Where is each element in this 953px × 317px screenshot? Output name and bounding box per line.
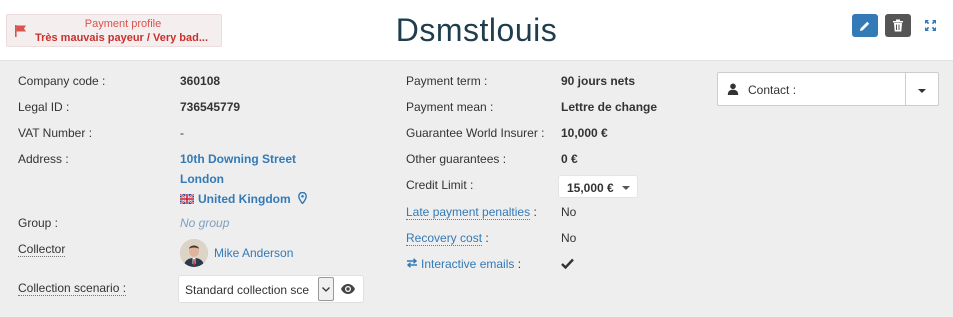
address-label: Address : [18,152,69,166]
recovery-cost-link[interactable]: Recovery cost [406,231,483,246]
edit-button[interactable] [852,14,878,37]
other-guarantees-label: Other guarantees : [406,152,507,166]
caret-down-icon[interactable] [918,89,926,93]
credit-limit-label: Credit Limit : [406,178,474,192]
collection-scenario-value: Standard collection sce [185,283,310,297]
eye-icon[interactable] [340,282,356,296]
trash-icon [893,19,903,32]
late-payment-penalties-link[interactable]: Late payment penalties [406,205,531,220]
payment-mean-label: Payment mean : [406,100,494,114]
late-payment-penalties-value: No [561,205,577,219]
company-details-panel: Company code : Legal ID : VAT Number : A… [0,60,953,317]
collector-name-link[interactable]: Mike Anderson [214,246,293,260]
company-code-value: 360108 [180,74,221,88]
chevron-down-icon [322,286,330,292]
credit-limit-dropdown[interactable]: 15,000 € [558,175,638,198]
expand-button[interactable] [917,14,943,37]
group-label: Group : [18,216,59,230]
contact-select[interactable]: Contact : [717,72,939,106]
uk-flag-icon [179,193,195,205]
credit-limit-value: 15,000 € [567,181,614,195]
payment-term-label: Payment term : [406,74,488,88]
map-marker-icon[interactable] [298,191,307,205]
exchange-icon [406,258,418,268]
guarantee-world-insurer-value: 10,000 € [561,126,608,140]
page-title: Dsmstlouis [395,12,558,48]
recovery-cost-row: Recovery cost : [406,231,489,246]
pencil-icon [860,21,870,31]
collection-scenario-select[interactable]: Standard collection sce [178,275,364,303]
payment-term-value: 90 jours nets [561,74,636,88]
interactive-emails-colon: : [517,257,522,271]
collection-scenario-label: Collection scenario : [18,281,127,296]
company-code-label: Company code : [18,74,106,88]
recovery-cost-value: No [561,231,577,245]
address-country-row[interactable]: United Kingdom [179,191,307,206]
contact-label: Contact : [748,83,797,97]
interactive-emails-row: Interactive emails : [406,257,521,271]
payment-mean-value: Lettre de change [561,100,658,114]
vat-number-label: VAT Number : [18,126,93,140]
address-country-link[interactable]: United Kingdom [198,192,291,206]
interactive-emails-value [561,258,574,272]
address-line1-link[interactable]: 10th Downing Street [180,152,296,166]
group-value: No group [180,216,230,230]
caret-down-icon [622,186,630,190]
contact-divider [905,73,906,105]
scenario-dropdown-toggle[interactable] [318,277,334,301]
legal-id-value: 736545779 [180,100,241,114]
late-payment-penalties-colon: : [533,205,537,219]
user-icon [727,83,739,95]
late-payment-penalties-row: Late payment penalties : [406,205,537,220]
recovery-cost-colon: : [485,231,489,245]
collector-label: Collector [18,242,66,257]
address-line2-link[interactable]: London [180,172,224,186]
page-header: Payment profile Très mauvais payeur / Ve… [0,0,953,60]
delete-button[interactable] [885,14,911,37]
checkmark-icon [561,258,574,270]
legal-id-label: Legal ID : [18,100,70,114]
interactive-emails-link[interactable]: Interactive emails [421,257,514,271]
avatar [180,239,208,267]
other-guarantees-value: 0 € [561,152,578,166]
vat-number-value: - [180,126,184,140]
expand-icon [924,20,936,31]
guarantee-world-insurer-label: Guarantee World Insurer : [406,126,545,140]
